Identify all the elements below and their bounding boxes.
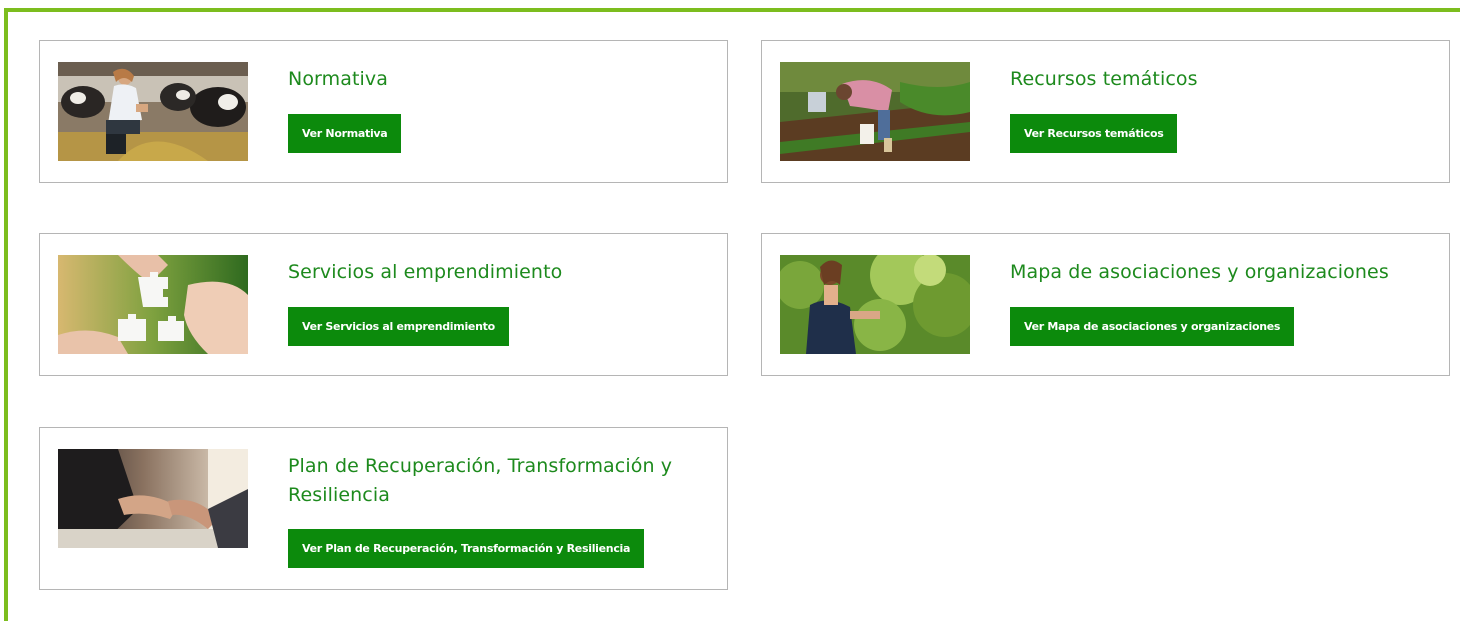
card-title: Servicios al emprendimiento [288, 261, 563, 283]
ver-servicios-emprendimiento-button[interactable]: Ver Servicios al emprendimiento [288, 307, 509, 346]
woman-planting-field-photo [780, 62, 970, 161]
hands-puzzle-pieces-photo [58, 255, 248, 354]
card-title: Plan de Recuperación, Transformación y R… [288, 455, 673, 506]
card-mapa-asociaciones: Mapa de asociaciones y organizaciones Ve… [761, 233, 1450, 376]
ver-normativa-button[interactable]: Ver Normativa [288, 114, 402, 153]
card-servicios-emprendimiento: Servicios al emprendimiento Ver Servicio… [39, 233, 728, 376]
card-plan-recuperacion: Plan de Recuperación, Transformación y R… [39, 427, 728, 590]
ver-mapa-asociaciones-button[interactable]: Ver Mapa de asociaciones y organizacione… [1010, 307, 1295, 346]
card-normativa: Normativa Ver Normativa [39, 40, 728, 183]
farmer-with-cows-photo [58, 62, 248, 161]
ver-plan-recuperacion-button[interactable]: Ver Plan de Recuperación, Transformación… [288, 529, 645, 568]
card-title: Recursos temáticos [1010, 68, 1198, 90]
woman-in-vineyard-photo [780, 255, 970, 354]
business-handshake-photo [58, 449, 248, 548]
card-title: Normativa [288, 68, 388, 90]
card-title: Mapa de asociaciones y organizaciones [1010, 261, 1389, 283]
card-recursos-tematicos: Recursos temáticos Ver Recursos temático… [761, 40, 1450, 183]
ver-recursos-tematicos-button[interactable]: Ver Recursos temáticos [1010, 114, 1178, 153]
